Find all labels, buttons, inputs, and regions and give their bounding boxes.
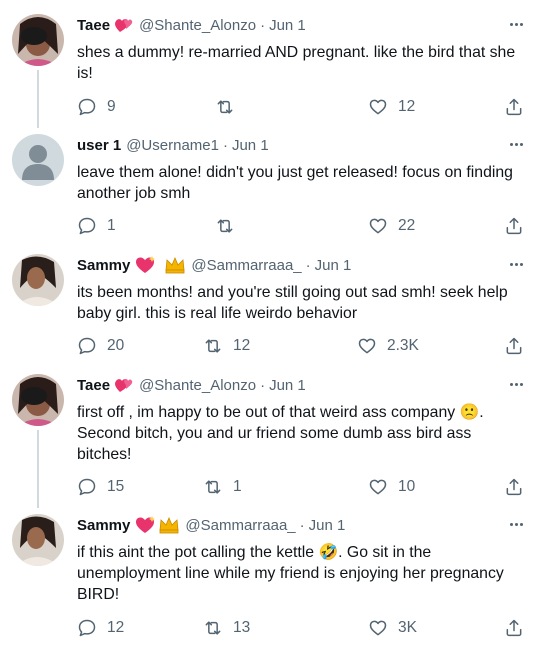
retweet-button[interactable] — [215, 215, 245, 237]
user-handle[interactable]: @Username1 — [126, 137, 219, 154]
heart-outline-icon — [369, 479, 387, 495]
share-icon — [506, 619, 522, 637]
reply-count: 1 — [107, 217, 116, 234]
heart-outline-icon — [369, 218, 387, 234]
display-name[interactable]: user 1 — [77, 137, 121, 154]
retweet-button[interactable]: 1 — [203, 476, 242, 498]
reply-button[interactable]: 12 — [77, 617, 124, 639]
like-button[interactable]: 3K — [368, 617, 417, 639]
heart-icon — [134, 256, 156, 274]
retweet-button[interactable]: 12 — [203, 335, 250, 357]
tweet-text: shes a dummy! re-married AND pregnant. l… — [77, 44, 516, 82]
tweet-text: its been months! and you're still going … — [77, 284, 508, 322]
share-button[interactable] — [504, 617, 524, 639]
tweet-actions: 1 22 — [0, 215, 540, 237]
tweet-date[interactable]: Jun 1 — [232, 137, 269, 154]
retweet-button[interactable]: 13 — [203, 617, 250, 639]
avatar[interactable] — [12, 14, 64, 66]
avatar[interactable] — [12, 374, 64, 426]
tweet-date[interactable]: Jun 1 — [269, 377, 306, 394]
more-options-icon[interactable] — [506, 256, 526, 272]
tweet-date[interactable]: Jun 1 — [315, 257, 352, 274]
tweet-date[interactable]: Jun 1 — [309, 517, 346, 534]
like-count: 12 — [398, 98, 416, 115]
avatar[interactable] — [12, 134, 64, 186]
retweet-count: 1 — [233, 478, 242, 495]
more-options-icon[interactable] — [506, 376, 526, 392]
user-handle[interactable]: @Sammarraaa_ — [185, 517, 295, 534]
reply-count: 20 — [107, 337, 125, 354]
share-icon — [506, 337, 522, 355]
heart-icon — [114, 16, 134, 34]
like-button[interactable]: 2.3K — [357, 335, 419, 357]
share-icon — [506, 478, 522, 496]
like-button[interactable]: 22 — [368, 215, 415, 237]
user-handle[interactable]: @Sammarraaa_ — [191, 257, 301, 274]
more-options-icon[interactable] — [506, 136, 526, 152]
tweet-date[interactable]: Jun 1 — [269, 17, 306, 34]
tweet[interactable]: Taee @Shante_Alonzo · Jun 1 first off , … — [0, 374, 540, 508]
tweet-text: leave them alone! didn't you just get re… — [77, 164, 513, 202]
user-handle[interactable]: @Shante_Alonzo — [139, 377, 256, 394]
reply-icon — [78, 619, 96, 637]
retweet-icon — [217, 219, 233, 233]
heart-icon — [114, 376, 134, 394]
avatar[interactable] — [12, 254, 64, 306]
tweet[interactable]: user 1 @Username1 · Jun 1 leave them alo… — [0, 134, 540, 246]
tweet-text: if this aint the pot calling the kettle … — [77, 544, 504, 603]
tweet-actions: 20 12 2.3K — [0, 335, 540, 357]
heart-outline-icon — [358, 338, 376, 354]
share-icon — [506, 98, 522, 116]
display-name[interactable]: Sammy — [77, 517, 130, 534]
user-handle[interactable]: @Shante_Alonzo — [139, 17, 256, 34]
reply-count: 9 — [107, 98, 116, 115]
display-name[interactable]: Taee — [77, 17, 110, 34]
heart-outline-icon — [369, 99, 387, 115]
reply-button[interactable]: 9 — [77, 96, 116, 118]
retweet-icon — [205, 339, 221, 353]
more-options-icon[interactable] — [506, 516, 526, 532]
retweet-button[interactable] — [215, 96, 245, 118]
display-name[interactable]: Sammy — [77, 257, 130, 274]
tweet[interactable]: Sammy @Sammarraaa_ · Jun 1 its been mont… — [0, 254, 540, 366]
retweet-count: 12 — [233, 337, 251, 354]
reply-count: 15 — [107, 478, 125, 495]
tweet-actions: 15 1 10 — [0, 476, 540, 498]
share-button[interactable] — [504, 335, 524, 357]
share-icon — [506, 217, 522, 235]
heart-outline-icon — [369, 620, 387, 636]
like-count: 2.3K — [387, 337, 419, 354]
tweet-text: first off , im happy to be out of that w… — [77, 404, 484, 463]
retweet-icon — [205, 621, 221, 635]
heart-icon — [134, 516, 156, 534]
tweet[interactable]: Sammy @Sammarraaa_ · Jun 1 if this aint … — [0, 514, 540, 646]
like-button[interactable]: 12 — [368, 96, 415, 118]
reply-icon — [78, 478, 96, 496]
like-count: 3K — [398, 619, 417, 636]
share-button[interactable] — [504, 96, 524, 118]
share-button[interactable] — [504, 215, 524, 237]
share-button[interactable] — [504, 476, 524, 498]
more-options-icon[interactable] — [506, 16, 526, 32]
reply-icon — [78, 217, 96, 235]
reply-icon — [78, 337, 96, 355]
reply-icon — [78, 98, 96, 116]
retweet-count: 13 — [233, 619, 251, 636]
reply-button[interactable]: 15 — [77, 476, 124, 498]
tweet-actions: 12 13 3K — [0, 617, 540, 639]
like-count: 10 — [398, 478, 416, 495]
retweet-icon — [205, 480, 221, 494]
like-count: 22 — [398, 217, 416, 234]
crown-icon — [158, 516, 180, 534]
reply-button[interactable]: 20 — [77, 335, 124, 357]
tweet[interactable]: Taee @Shante_Alonzo · Jun 1 shes a dummy… — [0, 14, 540, 128]
crown-icon — [164, 256, 186, 274]
like-button[interactable]: 10 — [368, 476, 415, 498]
retweet-icon — [217, 100, 233, 114]
avatar[interactable] — [12, 514, 64, 566]
display-name[interactable]: Taee — [77, 377, 110, 394]
tweet-actions: 9 12 — [0, 96, 540, 118]
reply-button[interactable]: 1 — [77, 215, 116, 237]
reply-count: 12 — [107, 619, 125, 636]
